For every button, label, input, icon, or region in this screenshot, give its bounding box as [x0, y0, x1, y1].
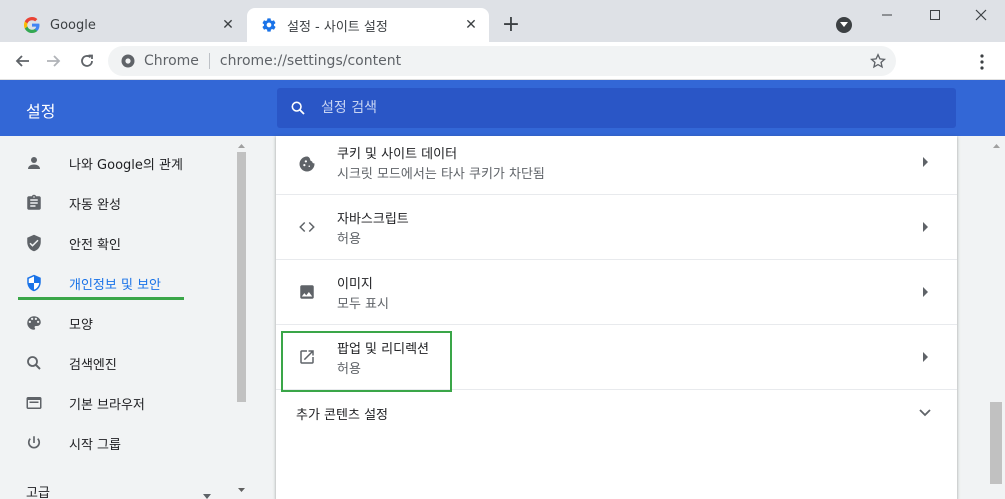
sidebar-item-on-startup[interactable]: 시작 그룹	[0, 423, 234, 463]
row-subtitle: 허용	[337, 362, 361, 377]
browser-window-icon	[24, 393, 44, 413]
sidebar-item-default-browser[interactable]: 기본 브라우저	[0, 383, 234, 423]
open-in-new-icon	[296, 346, 318, 368]
active-item-underline	[18, 297, 184, 300]
sidebar-scroll-thumb[interactable]	[237, 152, 246, 402]
reload-icon[interactable]	[75, 49, 99, 73]
arrow-right-icon	[923, 352, 928, 362]
chrome-site-icon	[120, 53, 136, 69]
arrow-right-icon	[923, 222, 928, 232]
close-window-icon[interactable]	[958, 0, 1004, 30]
main-scroll-thumb[interactable]	[990, 402, 1002, 484]
url-text[interactable]: chrome://settings/content	[220, 53, 401, 69]
tab-title: Google	[50, 17, 96, 33]
arrow-right-icon	[923, 157, 928, 167]
sidebar-item-safety-check[interactable]: 안전 확인	[0, 223, 234, 263]
page-title: 설정	[26, 102, 56, 121]
sidebar-item-appearance[interactable]: 모양	[0, 303, 234, 343]
settings-search[interactable]	[277, 88, 956, 128]
list-item-javascript[interactable]: 자바스크립트 허용	[276, 195, 957, 260]
search-icon	[24, 353, 44, 373]
settings-header: 설정	[0, 80, 1005, 136]
scroll-down-icon[interactable]	[234, 484, 249, 496]
clipboard-icon	[24, 193, 44, 213]
row-subtitle: 허용	[337, 232, 361, 247]
site-label: Chrome	[144, 53, 199, 69]
code-icon	[296, 216, 318, 238]
close-icon[interactable]: ✕	[461, 15, 481, 35]
sidebar-item-label: 모양	[69, 317, 93, 333]
maximize-icon[interactable]	[912, 0, 958, 30]
browser-toolbar: Chrome chrome://settings/content	[0, 42, 1005, 80]
row-title: 팝업 및 리디렉션	[337, 342, 429, 357]
chevron-down-icon[interactable]	[836, 17, 852, 33]
scroll-up-icon[interactable]	[988, 140, 1005, 152]
tab-strip: Google ✕ 설정 - 사이트 설정 ✕ +	[0, 0, 1005, 42]
list-item-popups[interactable]: 팝업 및 리디렉션 허용	[276, 325, 957, 390]
close-icon[interactable]: ✕	[218, 15, 238, 35]
sidebar: 나와 Google의 관계 자동 완성 안전 확인 개인정보 및 보안 모양 검…	[0, 136, 234, 499]
tab-title: 설정 - 사이트 설정	[287, 19, 388, 35]
sidebar-item-label: 시작 그룹	[69, 437, 121, 453]
sidebar-item-google[interactable]: 나와 Google의 관계	[0, 143, 234, 183]
image-icon	[296, 281, 318, 303]
shield-check-icon	[24, 233, 44, 253]
more-content-settings-label: 추가 콘텐츠 설정	[296, 408, 388, 423]
sidebar-item-search-engine[interactable]: 검색엔진	[0, 343, 234, 383]
gear-icon	[261, 17, 277, 33]
more-content-settings[interactable]: 추가 콘텐츠 설정	[276, 390, 957, 434]
row-subtitle: 모두 표시	[337, 297, 389, 312]
list-item-images[interactable]: 이미지 모두 표시	[276, 260, 957, 325]
divider	[208, 53, 210, 69]
row-title: 자바스크립트	[337, 212, 409, 227]
tab-google[interactable]: Google ✕	[10, 8, 246, 42]
address-bar[interactable]: Chrome chrome://settings/content	[108, 46, 896, 76]
search-icon	[289, 99, 307, 117]
sidebar-item-label: 자동 완성	[69, 197, 121, 213]
arrow-right-icon	[923, 287, 928, 297]
tab-settings[interactable]: 설정 - 사이트 설정 ✕	[247, 8, 489, 42]
forward-arrow-icon[interactable]	[42, 49, 66, 73]
google-g-icon	[24, 17, 40, 33]
back-arrow-icon[interactable]	[10, 49, 34, 73]
palette-icon	[24, 313, 44, 333]
sidebar-item-label: 개인정보 및 보안	[69, 277, 161, 293]
chevron-down-icon[interactable]	[202, 485, 214, 499]
sidebar-advanced[interactable]: 고급	[26, 482, 50, 499]
chevron-down-icon	[919, 409, 931, 417]
power-icon	[24, 433, 44, 453]
row-title: 이미지	[337, 277, 373, 292]
search-input[interactable]	[321, 100, 921, 116]
new-tab-button[interactable]: +	[500, 14, 522, 36]
sidebar-item-label: 나와 Google의 관계	[69, 157, 183, 173]
row-subtitle: 시크릿 모드에서는 타사 쿠키가 차단됨	[337, 167, 545, 182]
shield-privacy-icon	[24, 273, 44, 293]
scroll-up-icon[interactable]	[234, 140, 249, 152]
sidebar-item-label: 기본 브라우저	[69, 397, 145, 413]
sidebar-item-autofill[interactable]: 자동 완성	[0, 183, 234, 223]
sidebar-item-label: 안전 확인	[69, 237, 121, 253]
person-icon	[24, 153, 44, 173]
minimize-icon[interactable]	[864, 0, 910, 30]
cookie-icon	[296, 153, 318, 175]
sidebar-item-label: 검색엔진	[69, 357, 117, 373]
row-title: 쿠키 및 사이트 데이터	[337, 147, 458, 162]
star-icon[interactable]	[868, 51, 888, 71]
more-vert-icon[interactable]	[972, 52, 992, 72]
content-settings-card: 쿠키 및 사이트 데이터 시크릿 모드에서는 타사 쿠키가 차단됨 자바스크립트…	[276, 136, 957, 499]
list-item-cookies[interactable]: 쿠키 및 사이트 데이터 시크릿 모드에서는 타사 쿠키가 차단됨	[276, 136, 957, 195]
